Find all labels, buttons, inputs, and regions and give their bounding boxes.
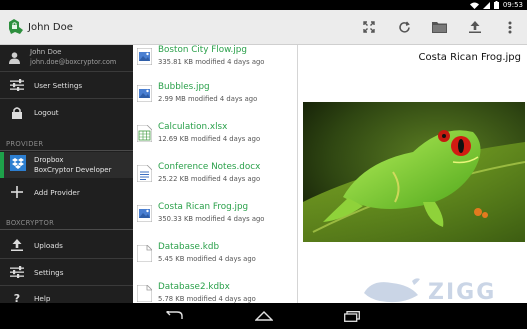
recent-apps-icon[interactable] xyxy=(342,308,362,324)
action-bar: John Doe xyxy=(0,10,527,45)
file-list-item[interactable]: Database.kdb 5.45 KB modified 4 days ago xyxy=(133,242,297,282)
home-icon[interactable] xyxy=(254,308,274,324)
sidebar-item-label: Uploads xyxy=(34,241,63,250)
sidebar-item-logout[interactable]: Logout xyxy=(0,99,133,125)
folder-icon[interactable] xyxy=(430,18,448,36)
generic-file-icon xyxy=(136,244,153,263)
file-name: Boston City Flow.jpg xyxy=(158,45,247,55)
user-email: john.doe@boxcryptor.com xyxy=(30,58,117,66)
plus-icon xyxy=(9,184,25,200)
section-header-provider: PROVIDER xyxy=(6,140,44,148)
frog-photo[interactable] xyxy=(303,102,525,242)
navigation-drawer: John Doe john.doe@boxcryptor.com User Se… xyxy=(0,45,133,303)
file-meta: 12.69 KB modified 4 days ago xyxy=(158,135,261,143)
person-icon xyxy=(6,50,22,66)
overflow-menu-icon[interactable] xyxy=(501,18,519,36)
sliders-icon xyxy=(9,264,25,280)
system-navigation-bar xyxy=(0,303,527,329)
sidebar-item-label: User Settings xyxy=(34,81,83,90)
sidebar-item-user-settings[interactable]: User Settings xyxy=(0,72,133,98)
file-meta: 5.45 KB modified 4 days ago xyxy=(158,255,256,263)
section-header-boxcryptor: BOXCRYPTOR xyxy=(6,219,55,227)
user-account-header[interactable]: John Doe john.doe@boxcryptor.com xyxy=(0,45,133,71)
help-icon: ? xyxy=(13,291,21,304)
spreadsheet-file-icon xyxy=(136,124,153,143)
clock: 09:53 xyxy=(502,1,523,9)
file-name: Calculation.xlsx xyxy=(158,122,228,132)
image-file-icon xyxy=(136,47,153,66)
file-meta: 335.81 KB modified 4 days ago xyxy=(158,58,265,66)
document-file-icon xyxy=(136,164,153,183)
file-meta: 350.33 KB modified 4 days ago xyxy=(158,215,265,223)
status-icons: 09:53 xyxy=(469,0,523,10)
watermark-text: ZIGG xyxy=(428,279,497,305)
refresh-icon[interactable] xyxy=(395,18,413,36)
image-file-icon xyxy=(136,204,153,223)
upload-icon xyxy=(9,237,25,253)
battery-icon xyxy=(493,1,499,9)
sidebar-item-label: Settings xyxy=(34,268,64,277)
file-list-item[interactable]: Database2.kdbx 5.78 KB modified 4 days ag… xyxy=(133,282,297,303)
file-name: Database2.kdbx xyxy=(158,282,230,292)
dropbox-icon xyxy=(10,155,26,171)
boxcryptor-logo-icon[interactable] xyxy=(7,18,25,36)
lock-icon xyxy=(9,104,25,120)
file-name: Conference Notes.docx xyxy=(158,162,261,172)
file-list-item[interactable]: Costa Rican Frog.jpg 350.33 KB modified 4… xyxy=(133,202,297,242)
sidebar-item-label: Add Provider xyxy=(34,188,80,197)
back-icon[interactable] xyxy=(164,308,184,324)
divider xyxy=(0,229,133,230)
file-list-item[interactable]: Bubbles.jpg 2.99 MB modified 4 days ago xyxy=(133,82,297,122)
file-list-item[interactable]: Boston City Flow.jpg 335.81 KB modified 4… xyxy=(133,45,297,85)
file-list-item[interactable]: Conference Notes.docx 25.22 KB modified 4… xyxy=(133,162,297,202)
selected-indicator xyxy=(0,152,4,178)
file-meta: 2.99 MB modified 4 days ago xyxy=(158,95,258,103)
fullscreen-icon[interactable] xyxy=(360,18,378,36)
sidebar-item-settings[interactable]: Settings xyxy=(0,259,133,285)
file-meta: 25.22 KB modified 4 days ago xyxy=(158,175,261,183)
divider xyxy=(0,150,133,151)
app-title: John Doe xyxy=(28,22,73,33)
sidebar-item-label: Help xyxy=(34,294,51,303)
sidebar-item-dropbox[interactable]: Dropbox BoxCryptor Developer xyxy=(0,152,133,178)
provider-account: BoxCryptor Developer xyxy=(34,166,112,174)
file-name: Database.kdb xyxy=(158,242,220,252)
user-name: John Doe xyxy=(30,48,62,56)
signal-icon xyxy=(482,1,490,9)
sidebar-item-uploads[interactable]: Uploads xyxy=(0,232,133,258)
sliders-icon xyxy=(9,77,25,93)
wifi-icon xyxy=(469,2,479,9)
upload-icon[interactable] xyxy=(466,18,484,36)
status-bar: 09:53 xyxy=(0,0,527,10)
image-file-icon xyxy=(136,84,153,103)
file-list: Boston City Flow.jpg 335.81 KB modified 4… xyxy=(133,45,298,303)
file-name: Costa Rican Frog.jpg xyxy=(158,202,249,212)
preview-pane: Costa Rican Frog.jpg ZIGG xyxy=(298,45,527,305)
add-provider-button[interactable]: Add Provider xyxy=(0,179,133,205)
generic-file-icon xyxy=(136,284,153,303)
file-list-item[interactable]: Calculation.xlsx 12.69 KB modified 4 days… xyxy=(133,122,297,162)
preview-title: Costa Rican Frog.jpg xyxy=(418,52,521,63)
file-name: Bubbles.jpg xyxy=(158,82,210,92)
sidebar-item-help[interactable]: ? Help xyxy=(0,286,133,304)
file-meta: 5.78 KB modified 4 days ago xyxy=(158,295,256,303)
provider-name: Dropbox xyxy=(34,156,64,164)
sidebar-item-label: Logout xyxy=(34,108,59,117)
